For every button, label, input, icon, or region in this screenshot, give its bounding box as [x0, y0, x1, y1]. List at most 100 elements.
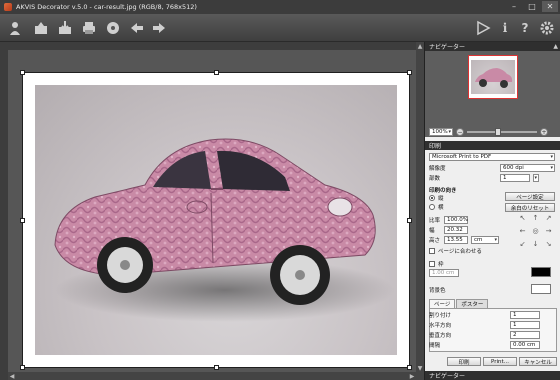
- zoom-select[interactable]: 100% ▾: [429, 128, 453, 136]
- copies-stepper[interactable]: ▾: [533, 174, 539, 182]
- resize-handle[interactable]: [214, 70, 219, 75]
- scroll-up-icon[interactable]: ▲: [416, 42, 424, 50]
- reset-margins-button[interactable]: 余白のリセット: [505, 203, 555, 212]
- save-icon[interactable]: [56, 19, 74, 37]
- minimize-button[interactable]: –: [506, 1, 522, 12]
- background-label: 背景色: [429, 288, 446, 294]
- run-icon[interactable]: [474, 19, 492, 37]
- frame-label: 枠: [438, 262, 444, 268]
- zoom-slider[interactable]: [467, 128, 537, 136]
- chevron-down-icon: ▾: [550, 154, 553, 160]
- align-center-icon[interactable]: ◎: [532, 227, 539, 235]
- car-photo: [35, 85, 397, 355]
- frame-checkbox[interactable]: [429, 261, 435, 267]
- chevron-down-icon: ▾: [494, 237, 497, 243]
- fit-page-label: ページに合わせる: [438, 249, 482, 255]
- ruler-left: [0, 50, 8, 380]
- align-right-icon[interactable]: →: [545, 227, 552, 235]
- resize-handle[interactable]: [214, 365, 219, 370]
- settings-icon[interactable]: [538, 19, 556, 37]
- chevron-down-icon: ▾: [448, 129, 451, 135]
- align-bottom-right-icon[interactable]: ↘: [545, 240, 552, 248]
- width-input[interactable]: 20.32: [444, 226, 468, 234]
- zoom-slider-handle[interactable]: [495, 128, 501, 136]
- horizontal-scrollbar[interactable]: ◀ ▶: [8, 372, 416, 380]
- align-bottom-icon[interactable]: ↓: [532, 240, 539, 248]
- resize-handle[interactable]: [407, 70, 412, 75]
- scroll-left-icon[interactable]: ◀: [8, 372, 16, 380]
- share-icon[interactable]: [104, 19, 122, 37]
- align-top-icon[interactable]: ↑: [532, 214, 539, 222]
- resize-handle[interactable]: [407, 365, 412, 370]
- copies-input[interactable]: 1: [500, 174, 530, 182]
- open-icon[interactable]: [32, 19, 50, 37]
- page-setup-button[interactable]: ページ設定: [505, 192, 555, 201]
- chevron-down-icon: ▾: [534, 175, 537, 181]
- maximize-button[interactable]: □: [524, 1, 540, 12]
- zoom-in-button[interactable]: +: [540, 128, 548, 136]
- frame-width-input[interactable]: 1.00 cm: [429, 269, 459, 277]
- portrait-radio[interactable]: [429, 195, 435, 201]
- app-icon: [4, 3, 12, 11]
- layout-input[interactable]: 1: [510, 311, 540, 319]
- resize-handle[interactable]: [407, 218, 412, 223]
- orientation-label: 印刷の向き: [429, 188, 457, 194]
- spacing-label: 間隔: [429, 343, 441, 349]
- align-top-left-icon[interactable]: ↖: [519, 214, 526, 222]
- print-page[interactable]: [20, 70, 412, 370]
- print-header[interactable]: 印刷: [425, 141, 560, 150]
- collapse-icon[interactable]: ▲: [553, 43, 558, 50]
- frame-color-swatch[interactable]: [531, 267, 551, 277]
- toolbar: i ?: [0, 14, 560, 42]
- navigator-footer[interactable]: ナビゲーター: [425, 371, 560, 380]
- print-button[interactable]: 印刷: [447, 357, 481, 366]
- horizontal-input[interactable]: 1: [510, 321, 540, 329]
- scroll-right-icon[interactable]: ▶: [408, 372, 416, 380]
- print-dialog-button[interactable]: Print...: [483, 357, 517, 366]
- redo-arrow-icon[interactable]: [150, 19, 168, 37]
- navigator-thumbnail[interactable]: [468, 55, 518, 99]
- spacing-input[interactable]: 0.00 cm: [510, 341, 540, 349]
- scale-input[interactable]: 100.0%: [444, 216, 468, 224]
- resolution-select[interactable]: 600 dpi ▾: [500, 164, 555, 172]
- height-label: 高さ: [429, 238, 441, 244]
- scale-label: 比率: [429, 218, 441, 224]
- zoom-out-button[interactable]: −: [456, 128, 464, 136]
- resize-handle[interactable]: [20, 365, 25, 370]
- printer-select[interactable]: Microsoft Print to PDF ▾: [429, 153, 555, 161]
- vertical-input[interactable]: 2: [510, 331, 540, 339]
- unit-select[interactable]: cm ▾: [471, 236, 499, 244]
- chevron-down-icon: ▾: [550, 165, 553, 171]
- close-button[interactable]: ✕: [542, 1, 558, 12]
- ruler-top: [0, 42, 424, 50]
- info-icon[interactable]: i: [496, 19, 514, 37]
- tab-poster[interactable]: ポスター: [456, 299, 489, 308]
- landscape-label: 横: [438, 205, 444, 211]
- layout-label: 割り付け: [429, 313, 452, 319]
- fit-page-checkbox[interactable]: [429, 248, 435, 254]
- car-illustration: [54, 138, 395, 322]
- help-icon[interactable]: ?: [516, 19, 534, 37]
- resize-handle[interactable]: [20, 218, 25, 223]
- navigator-panel: ナビゲーター ▲ 100% ▾ − +: [425, 42, 560, 137]
- align-bottom-left-icon[interactable]: ↙: [519, 240, 526, 248]
- canvas-area: ▲ ▼ ◀ ▶: [0, 42, 424, 380]
- tab-page[interactable]: ページ: [429, 299, 456, 308]
- background-color-swatch[interactable]: [531, 284, 551, 294]
- portrait-label: 縦: [438, 196, 444, 202]
- undo-arrow-icon[interactable]: [128, 19, 146, 37]
- align-top-right-icon[interactable]: ↗: [545, 214, 552, 222]
- scroll-down-icon[interactable]: ▼: [416, 364, 424, 372]
- resize-handle[interactable]: [20, 70, 25, 75]
- navigator-preview: [471, 60, 515, 94]
- horizontal-label: 水平方向: [429, 323, 452, 329]
- print-icon[interactable]: [80, 19, 98, 37]
- cancel-button[interactable]: キャンセル: [519, 357, 557, 366]
- height-input[interactable]: 13.55: [444, 236, 468, 244]
- landscape-radio[interactable]: [429, 204, 435, 210]
- resolution-label: 解像度: [429, 166, 446, 172]
- window-title: AKVIS Decorator v.5.0 - car-result.jpg (…: [16, 3, 197, 11]
- navigator-header[interactable]: ナビゲーター ▲: [425, 42, 560, 51]
- vertical-scrollbar[interactable]: ▲ ▼: [416, 42, 424, 380]
- align-left-icon[interactable]: ←: [519, 227, 526, 235]
